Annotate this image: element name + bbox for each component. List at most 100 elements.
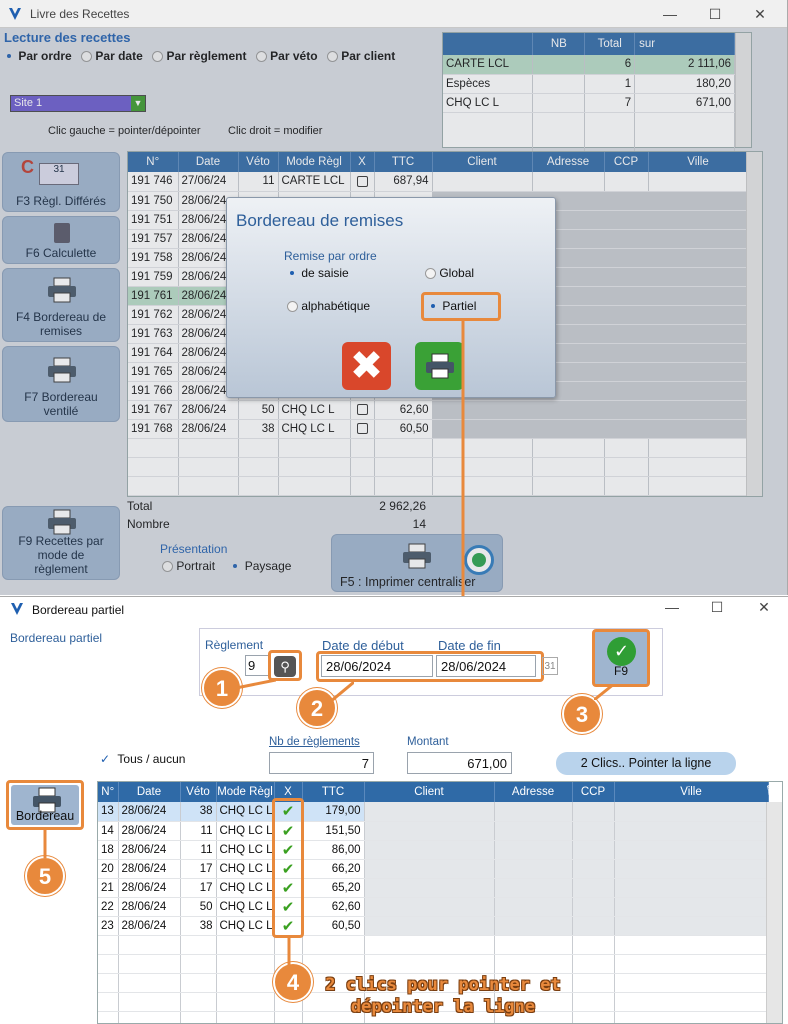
f3-reglements-differes-button[interactable]: C 31 F3 Règl. Différés [2, 152, 120, 212]
cell-check[interactable] [350, 400, 375, 420]
f7-bordereau-ventile-button[interactable]: F7 Bordereau ventilé [2, 346, 120, 422]
opt-global-radio[interactable]: Global [425, 266, 474, 280]
bordereau-button[interactable]: Bordereau [6, 780, 84, 830]
table-row[interactable]: 20 28/06/24 17 CHQ LC L ✔ 66,20 [98, 859, 769, 879]
sort-par-ordre[interactable]: Par ordre [4, 49, 72, 63]
calendar-icon[interactable]: 31 [542, 657, 558, 675]
opt-partiel-radio[interactable]: Partiel [421, 292, 501, 321]
column-header[interactable]: Adresse [494, 782, 573, 802]
section-title: Lecture des recettes [4, 30, 131, 45]
cell-mode: CHQ LC L [278, 419, 351, 439]
cell-numero: 191 751 [128, 210, 179, 230]
cell-blurred [432, 400, 533, 420]
table-row[interactable]: 13 28/06/24 38 CHQ LC L ✔ 179,00 [98, 802, 769, 822]
maximize-icon[interactable]: ☐ [703, 4, 727, 24]
column-header[interactable]: Véto [238, 152, 279, 172]
sort-par-date[interactable]: Par date [81, 49, 143, 63]
table-row[interactable]: 14 28/06/24 11 CHQ LC L ✔ 151,50 [98, 821, 769, 841]
summary-row[interactable]: CARTE LCL 6 2 111,06 [443, 55, 735, 75]
column-header[interactable]: N° [128, 152, 179, 172]
summary-row[interactable]: Espèces 1 180,20 [443, 74, 735, 94]
table-row[interactable]: 18 28/06/24 11 CHQ LC L ✔ 86,00 [98, 840, 769, 860]
trash-icon[interactable]: 🗑 [765, 784, 779, 797]
date-fin-input[interactable]: 28/06/2024 [436, 655, 536, 677]
sort-par-client[interactable]: Par client [326, 49, 395, 63]
table-scrollbar[interactable] [766, 802, 782, 1023]
checkbox[interactable] [356, 422, 368, 434]
table-scrollbar[interactable] [746, 152, 762, 496]
paysage-radio[interactable]: Paysage [230, 559, 291, 573]
opt-saisie-radio[interactable]: de saisie [287, 266, 349, 280]
table-row[interactable]: 21 28/06/24 17 CHQ LC L ✔ 65,20 [98, 878, 769, 898]
column-header[interactable]: Client [364, 782, 495, 802]
subtitle: Bordereau partiel [10, 631, 103, 645]
cell-check[interactable] [350, 419, 375, 439]
date-debut-input[interactable]: 28/06/2024 [321, 655, 433, 677]
f9-recettes-reglement-button[interactable]: F9 Recettes par mode de règlement [2, 506, 120, 580]
summary-count: 6 [584, 55, 636, 75]
cell-ttc: 179,00 [302, 802, 365, 822]
cell-mode: CHQ LC L [216, 859, 275, 879]
checkbox[interactable] [356, 403, 368, 415]
f6-calculette-button[interactable]: F6 Calculette [2, 216, 120, 264]
sort-par-veto[interactable]: Par véto [255, 49, 318, 63]
empty-row [98, 954, 769, 974]
tous-aucun-checkbox[interactable]: ✓ Tous / aucun [100, 752, 185, 766]
column-header[interactable]: Ville [648, 152, 749, 172]
cell-mode: CHQ LC L [216, 878, 275, 898]
cell-check[interactable] [350, 172, 375, 192]
column-header[interactable]: TTC [374, 152, 433, 172]
portrait-radio[interactable]: Portrait [162, 559, 215, 573]
column-header[interactable]: Mode Règl [278, 152, 351, 172]
summary-name: CHQ LC L [443, 93, 534, 113]
column-header[interactable]: N° [98, 782, 119, 802]
column-header[interactable]: Adresse [532, 152, 605, 172]
pointer-ligne-button[interactable]: 2 Clics.. Pointer la ligne [556, 752, 736, 775]
column-header[interactable]: CCP [604, 152, 649, 172]
summary-count: 1 [584, 74, 636, 94]
bordereau-label: Bordereau [15, 809, 75, 823]
table-row[interactable]: 191 746 27/06/24 11 CARTE LCL 687,94 [128, 172, 749, 192]
cell-numero: 191 762 [128, 305, 179, 325]
column-header[interactable]: TTC [302, 782, 365, 802]
minimize-icon[interactable]: — [660, 597, 684, 617]
sort-par-reglement[interactable]: Par règlement [152, 49, 246, 63]
f4-bordereau-remises-button[interactable]: F4 Bordereau de remises [2, 268, 120, 342]
table-row[interactable]: 191 767 28/06/24 50 CHQ LC L 62,60 [128, 400, 749, 420]
table-row[interactable]: 191 768 28/06/24 38 CHQ LC L 60,50 [128, 419, 749, 439]
chevron-down-icon[interactable]: ▼ [131, 96, 145, 111]
f9-label: F9 Recettes par mode de règlement [18, 534, 104, 576]
checkbox[interactable] [356, 175, 368, 187]
f9-label: F9 [613, 664, 628, 678]
app-logo-icon [9, 8, 21, 20]
summary-scrollbar[interactable] [735, 33, 751, 147]
column-header[interactable]: Date [118, 782, 181, 802]
column-header[interactable]: Mode Règl [216, 782, 275, 802]
cell-mode: CHQ LC L [216, 802, 275, 822]
reglement-search-button[interactable]: ⚲ [268, 650, 302, 681]
close-icon[interactable]: ✕ [752, 597, 776, 617]
printer-icon [426, 353, 454, 379]
table-row[interactable]: 22 28/06/24 50 CHQ LC L ✔ 62,60 [98, 897, 769, 917]
column-header[interactable]: CCP [572, 782, 615, 802]
close-icon[interactable]: ✕ [748, 4, 772, 24]
column-header[interactable]: Véto [180, 782, 217, 802]
column-header[interactable]: Date [178, 152, 239, 172]
cell-numero: 191 765 [128, 362, 179, 382]
column-header[interactable]: Ville [614, 782, 769, 802]
reglement-input[interactable]: 9 [245, 655, 269, 676]
summary-row[interactable]: CHQ LC L 7 671,00 [443, 93, 735, 113]
column-header[interactable]: Client [432, 152, 533, 172]
table-row[interactable]: 23 28/06/24 38 CHQ LC L ✔ 60,50 [98, 916, 769, 936]
site-select[interactable]: Site 1 ▼ [10, 95, 146, 112]
maximize-icon[interactable]: ☐ [705, 597, 729, 617]
minimize-icon[interactable]: — [658, 4, 682, 24]
column-header[interactable]: X [350, 152, 375, 172]
f5-imprimer-centraliser-button[interactable]: F5 : Imprimer centraliser [331, 534, 503, 592]
cell-numero: 191 757 [128, 229, 179, 249]
opt-alphabetique-radio[interactable]: alphabétique [287, 299, 370, 313]
cell-blurred [494, 840, 573, 860]
cell-blurred [648, 343, 749, 363]
f9-validate-button[interactable]: ✓ F9 [592, 629, 650, 687]
cancel-button[interactable]: ✖ [342, 342, 391, 390]
